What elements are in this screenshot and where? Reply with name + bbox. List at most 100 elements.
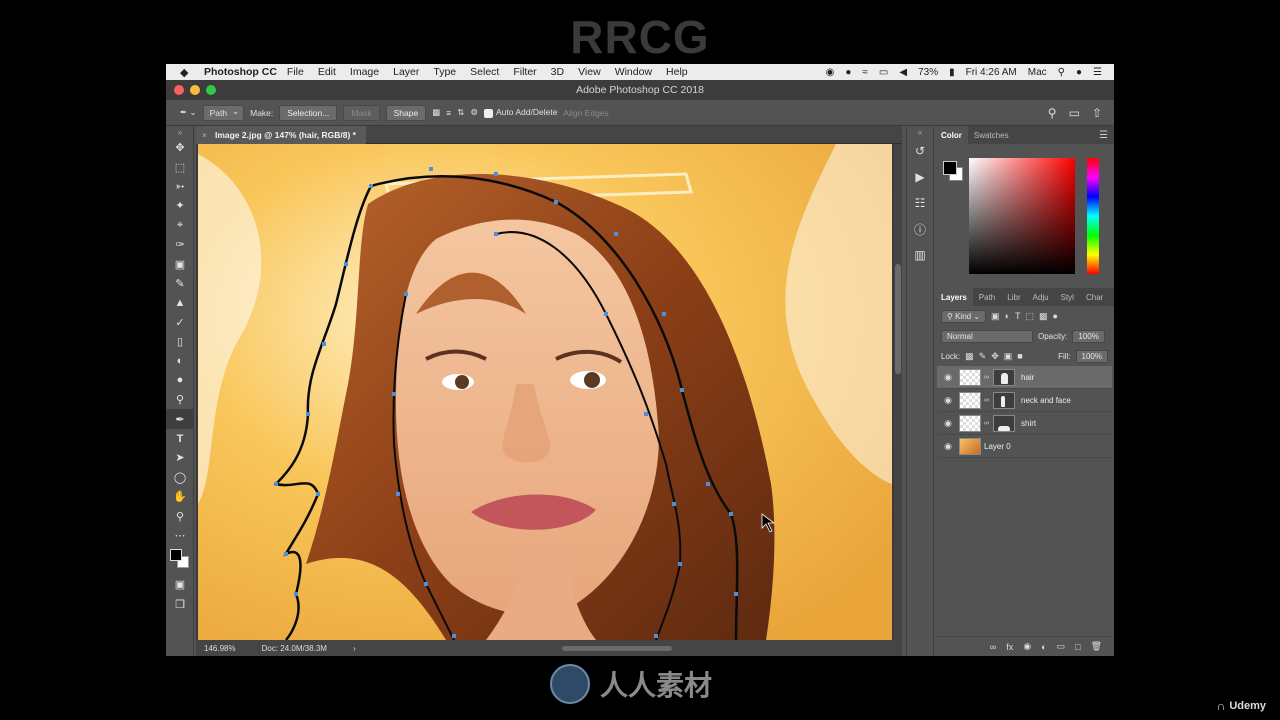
anchor-point[interactable] [614, 232, 618, 236]
spotlight-icon[interactable]: ⚲ [1058, 67, 1065, 78]
pen-tool-icon[interactable]: ✒ [166, 409, 194, 429]
actions-panel-icon[interactable]: ▶ [907, 164, 933, 190]
battery-percent[interactable]: 73% [918, 67, 938, 78]
ellipse-tool-icon[interactable]: ◯ [166, 468, 194, 487]
foreground-background-swatches[interactable] [170, 549, 190, 569]
screen-mode-icon[interactable]: ❐ [166, 595, 194, 614]
anchor-point[interactable] [392, 392, 396, 396]
user-name[interactable]: Mac [1028, 67, 1047, 78]
path-alignment-icon[interactable]: ≡ [446, 108, 451, 118]
layers-panel-menu-icon[interactable]: ☰ [1109, 288, 1114, 306]
filter-adjustment-icon[interactable]: ◐ [1005, 311, 1010, 321]
new-layer-icon[interactable]: □ [1075, 642, 1080, 652]
canvas-horizontal-scrollbar[interactable] [561, 645, 672, 651]
anchor-point[interactable] [306, 412, 310, 416]
layer-name[interactable]: shirt [1021, 419, 1036, 428]
menu-edit[interactable]: Edit [318, 66, 336, 78]
filter-smart-object-icon[interactable]: ▩ [1039, 311, 1048, 322]
layer-thumbnail[interactable] [959, 391, 981, 409]
anchor-point[interactable] [729, 512, 733, 516]
tab-adjustments[interactable]: Adju [1027, 288, 1055, 306]
properties-panel-icon[interactable]: ☷ [907, 190, 933, 216]
anchor-point[interactable] [554, 200, 558, 204]
menu-app-name[interactable]: Photoshop CC [204, 66, 277, 78]
visibility-eye-icon[interactable]: ◉ [937, 372, 959, 383]
anchor-point[interactable] [344, 262, 348, 266]
eraser-tool-icon[interactable]: ▯ [166, 332, 194, 351]
hand-tool-icon[interactable]: ✋ [166, 487, 194, 506]
lasso-tool-icon[interactable]: ➳ [166, 177, 194, 196]
status-expand-icon[interactable]: › [353, 644, 356, 653]
tab-paths[interactable]: Path [973, 288, 1001, 306]
color-panel-menu-icon[interactable]: ☰ [1093, 126, 1114, 144]
menu-select[interactable]: Select [470, 66, 499, 78]
tab-styles[interactable]: Styl [1055, 288, 1080, 306]
move-tool-icon[interactable]: ✥ [166, 138, 194, 157]
lock-position-icon[interactable]: ✥ [991, 351, 999, 362]
menu-file[interactable]: File [287, 66, 304, 78]
add-mask-icon[interactable]: ◉ [1023, 641, 1031, 652]
color-panel-foreground-swatch[interactable] [943, 161, 957, 175]
marquee-tool-icon[interactable]: ⬚ [166, 157, 194, 176]
anchor-point[interactable] [678, 562, 682, 566]
expand-panels-icon[interactable]: « [907, 126, 933, 138]
make-shape-button[interactable]: Shape [385, 104, 427, 121]
delete-layer-icon[interactable]: 🗑 [1091, 641, 1102, 652]
anchor-point[interactable] [604, 312, 608, 316]
layer-style-fx-icon[interactable]: fx [1006, 642, 1013, 652]
battery-icon[interactable]: ▮ [949, 67, 955, 78]
zoom-window-button[interactable] [206, 85, 216, 95]
clock[interactable]: Fri 4:26 AM [966, 67, 1017, 78]
anchor-point[interactable] [369, 184, 373, 188]
document-tab[interactable]: × Image 2.jpg @ 147% (hair, RGB/8) * [196, 125, 366, 144]
anchor-point[interactable] [680, 388, 684, 392]
pen-mode-select[interactable]: Path [202, 104, 245, 121]
lock-transparent-icon[interactable]: ▩ [965, 351, 974, 362]
eyedropper-tool-icon[interactable]: ✑ [166, 235, 194, 254]
layer-thumbnail[interactable] [959, 368, 981, 386]
anchor-point[interactable] [396, 492, 400, 496]
path-arrangement-icon[interactable]: ⇅ [457, 107, 464, 118]
edit-toolbar-icon[interactable]: ⋯ [166, 526, 194, 545]
info-panel-icon[interactable]: ⓘ [907, 216, 933, 242]
type-tool-icon[interactable]: T [166, 429, 194, 448]
anchor-point[interactable] [662, 312, 666, 316]
make-selection-button[interactable]: Selection... [279, 104, 338, 121]
volume-icon[interactable]: ◀ [899, 67, 907, 78]
path-selection-tool-icon[interactable]: ➤ [166, 448, 194, 467]
layer-row-hair[interactable]: ◉ ∞ hair [937, 366, 1112, 389]
layer-name[interactable]: hair [1021, 373, 1034, 382]
anchor-point[interactable] [654, 634, 658, 638]
anchor-point[interactable] [452, 634, 456, 638]
menu-image[interactable]: Image [350, 66, 379, 78]
hue-slider[interactable] [1087, 158, 1099, 274]
anchor-point[interactable] [494, 232, 498, 236]
anchor-point[interactable] [672, 502, 676, 506]
lock-image-icon[interactable]: ✎ [979, 351, 987, 362]
healing-brush-tool-icon[interactable]: ▣ [166, 254, 194, 273]
layer-row-shirt[interactable]: ◉ ∞ shirt [937, 412, 1112, 435]
workspace-icon[interactable]: ▭ [1069, 106, 1080, 120]
history-panel-icon[interactable]: ↺ [907, 138, 933, 164]
anchor-point[interactable] [429, 167, 433, 171]
adjustment-layer-icon[interactable]: ◐ [1041, 642, 1046, 652]
filter-shape-icon[interactable]: ⬚ [1026, 311, 1035, 322]
anchor-point[interactable] [274, 482, 278, 486]
anchor-point[interactable] [404, 292, 408, 296]
mask-link-icon[interactable]: ∞ [984, 420, 990, 427]
anchor-point[interactable] [294, 592, 298, 596]
menu-window[interactable]: Window [615, 66, 652, 78]
menu-help[interactable]: Help [666, 66, 688, 78]
anchor-point[interactable] [424, 582, 428, 586]
share-icon[interactable]: ⇧ [1092, 106, 1102, 120]
document-size[interactable]: Doc: 24.0M/38.3M [262, 644, 327, 653]
menu-3d[interactable]: 3D [551, 66, 564, 78]
adjustments-panel-icon[interactable]: ▥ [907, 242, 933, 268]
color-picker-field[interactable] [969, 158, 1075, 274]
pen-tool-preset-icon[interactable]: ✒ ⌄ [180, 107, 197, 118]
visibility-eye-icon[interactable]: ◉ [937, 418, 959, 429]
mask-link-icon[interactable]: ∞ [984, 374, 990, 381]
notification-center-icon[interactable]: ☰ [1093, 67, 1102, 78]
auto-add-delete-checkbox[interactable]: Auto Add/Delete [483, 107, 557, 118]
layer-mask-thumbnail[interactable] [993, 414, 1015, 432]
